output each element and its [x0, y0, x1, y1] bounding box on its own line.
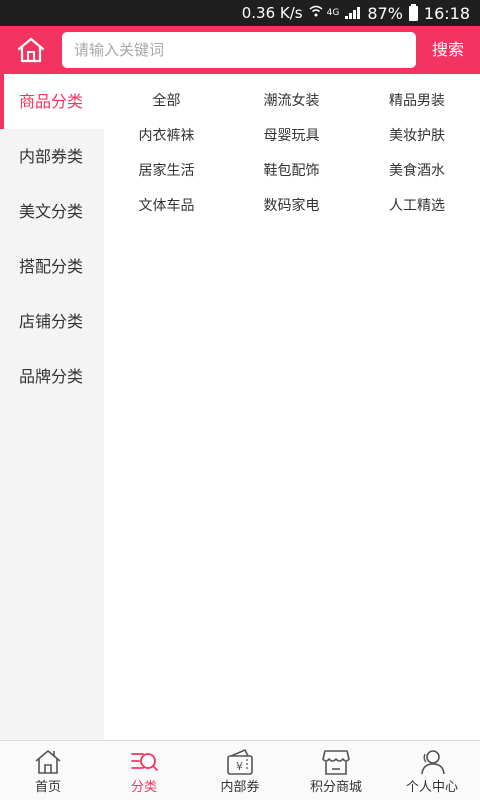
category-item[interactable]: 潮流女装 [229, 84, 354, 119]
category-item[interactable]: 内衣裤袜 [104, 119, 229, 154]
user-icon [421, 750, 445, 775]
nav-points-mall[interactable]: 积分商城 [288, 741, 384, 800]
nav-profile[interactable]: 个人中心 [384, 741, 480, 800]
sidebar-item-articles[interactable]: 美文分类 [0, 184, 104, 239]
nav-label: 个人中心 [405, 780, 458, 795]
bottom-nav: 首页 分类 ¥ 内部券 积分商城 个人中心 [0, 740, 480, 800]
category-item[interactable]: 居家生活 [104, 154, 229, 189]
category-item[interactable]: 美食酒水 [354, 154, 480, 189]
nav-coupons[interactable]: ¥ 内部券 [192, 741, 288, 800]
search-button[interactable]: 搜索 [416, 26, 480, 74]
category-item[interactable]: 全部 [104, 84, 229, 119]
header: 搜索 [0, 26, 480, 74]
signal-icon [345, 7, 361, 19]
coupon-icon: ¥ [227, 748, 253, 775]
nav-label: 积分商城 [309, 780, 362, 795]
sidebar-item-coupons[interactable]: 内部券类 [0, 129, 104, 184]
battery-percent: 87% [367, 3, 403, 23]
search-input[interactable] [72, 40, 416, 60]
store-icon [322, 750, 350, 775]
sidebar-item-shops[interactable]: 店铺分类 [0, 294, 104, 349]
home-icon [17, 37, 45, 63]
category-grid: 全部 潮流女装 精品男装 内衣裤袜 母婴玩具 美妆护肤 居家生活 鞋包配饰 美食… [104, 84, 480, 224]
home-outline-icon [35, 750, 61, 774]
nav-category[interactable]: 分类 [96, 741, 192, 800]
sidebar-item-outfits[interactable]: 搭配分类 [0, 239, 104, 294]
search-box [62, 32, 416, 68]
nav-home[interactable]: 首页 [0, 741, 96, 800]
category-item[interactable]: 美妆护肤 [354, 119, 480, 154]
category-item[interactable]: 文体车品 [104, 189, 229, 224]
wifi-icon [309, 4, 323, 22]
category-item[interactable]: 人工精选 [354, 189, 480, 224]
network-type: 4G [326, 8, 340, 18]
svg-text:¥: ¥ [236, 760, 243, 773]
battery-icon [408, 3, 418, 21]
category-item[interactable]: 数码家电 [229, 189, 354, 224]
home-button[interactable] [0, 26, 62, 74]
net-speed: 0.36 K/s [241, 4, 303, 22]
clock: 16:18 [423, 3, 470, 23]
nav-label: 首页 [34, 780, 61, 795]
category-search-icon [131, 753, 158, 771]
nav-label: 内部券 [220, 780, 260, 795]
category-item[interactable]: 母婴玩具 [229, 119, 354, 154]
sidebar-item-goods[interactable]: 商品分类 [0, 74, 104, 129]
category-item[interactable]: 精品男装 [354, 84, 480, 119]
status-bar: 0.36 K/s 4G 87% 16:18 [0, 0, 480, 26]
category-item[interactable]: 鞋包配饰 [229, 154, 354, 189]
sidebar-item-brands[interactable]: 品牌分类 [0, 349, 104, 404]
nav-label: 分类 [130, 780, 157, 795]
category-sidebar: 商品分类 内部券类 美文分类 搭配分类 店铺分类 品牌分类 [0, 74, 104, 740]
